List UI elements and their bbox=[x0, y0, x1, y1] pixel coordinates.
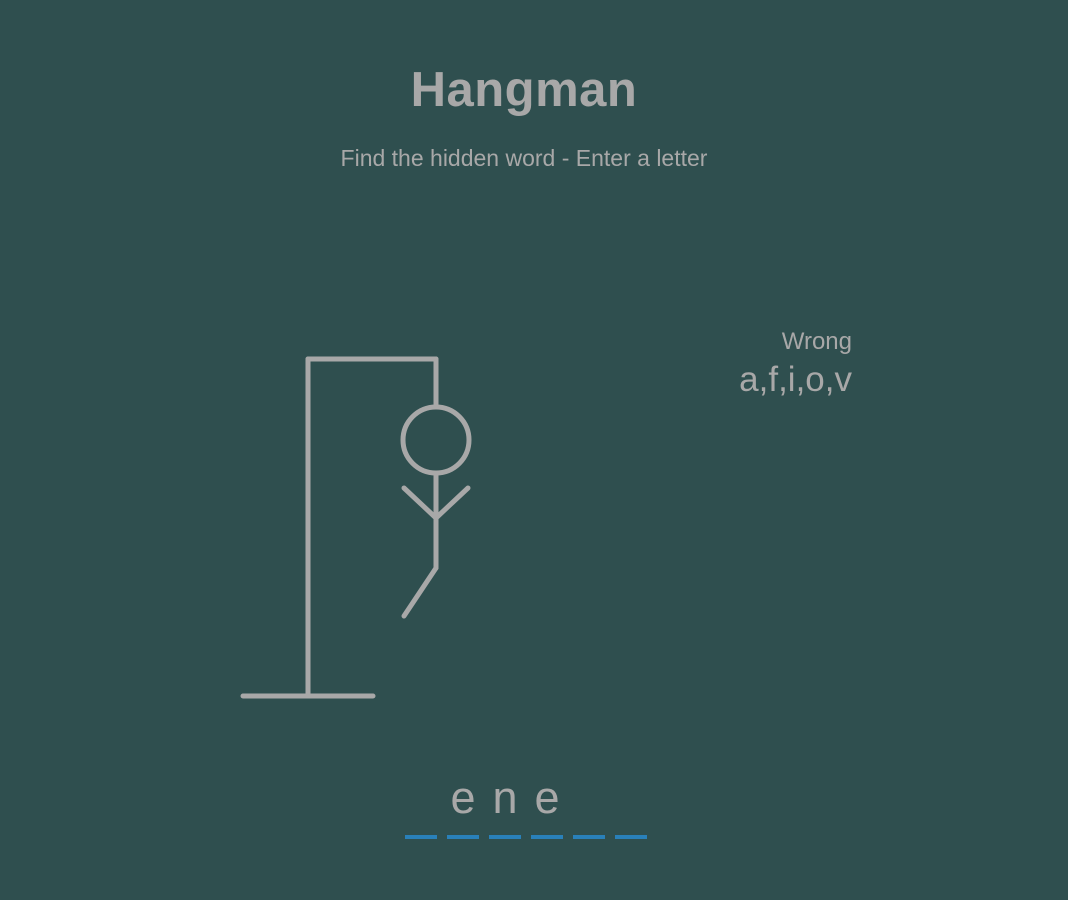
letter-underline bbox=[573, 835, 605, 839]
word-letter: e bbox=[534, 772, 560, 823]
word-letter: n bbox=[492, 772, 518, 823]
letter-underline bbox=[531, 835, 563, 839]
letter-underline bbox=[615, 835, 647, 839]
hangman-right-arm bbox=[433, 485, 471, 521]
hangman-left-arm bbox=[401, 485, 439, 521]
wrong-letters-panel: Wrong a,f,i,o,v bbox=[739, 326, 852, 402]
wrong-label: Wrong bbox=[781, 328, 852, 355]
word-letter: e bbox=[450, 772, 476, 823]
hangman-figure bbox=[240, 356, 472, 699]
letter-underline bbox=[447, 835, 479, 839]
letter-underline bbox=[489, 835, 521, 839]
word-letter bbox=[568, 772, 610, 824]
word-letter bbox=[400, 772, 442, 824]
letter-slot: e bbox=[442, 772, 484, 839]
letter-slot bbox=[568, 772, 610, 839]
hangman-head bbox=[400, 404, 472, 476]
letter-slot: n bbox=[484, 772, 526, 839]
letter-slot bbox=[610, 772, 652, 839]
wrong-letters: a,f,i,o,v bbox=[739, 360, 852, 399]
letter-underline bbox=[405, 835, 437, 839]
word-letter bbox=[610, 772, 652, 824]
letter-slot bbox=[400, 772, 442, 839]
hidden-word: e n e bbox=[400, 772, 652, 839]
letter-slot: e bbox=[526, 772, 568, 839]
hangman-left-leg bbox=[401, 565, 439, 619]
